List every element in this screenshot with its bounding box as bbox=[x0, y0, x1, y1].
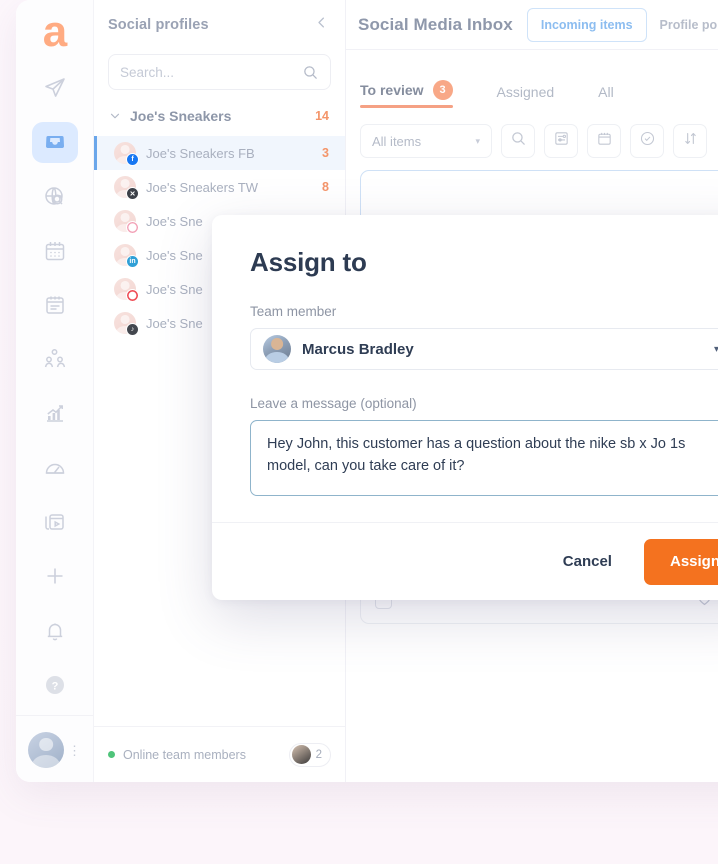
team-member-label: Team member bbox=[250, 304, 337, 319]
avatar bbox=[263, 335, 291, 363]
team-member-select[interactable]: Marcus Bradley ▾ bbox=[250, 328, 718, 370]
cancel-button[interactable]: Cancel bbox=[553, 545, 622, 578]
app-window: a ? ⋮ Social profiles Search... Joe's Sn… bbox=[16, 0, 718, 782]
team-member-value: Marcus Bradley bbox=[302, 340, 414, 358]
message-label: Leave a message (optional) bbox=[250, 396, 417, 411]
assign-button[interactable]: Assign bbox=[643, 538, 718, 585]
page-root: a ? ⋮ Social profiles Search... Joe's Sn… bbox=[0, 0, 718, 864]
message-textarea[interactable]: Hey John, this customer has a question a… bbox=[250, 420, 718, 496]
modal-title: Assign to bbox=[250, 247, 367, 277]
assign-to-modal: Assign to Team member Marcus Bradley ▾ L… bbox=[212, 215, 718, 600]
chevron-down-icon: ▾ bbox=[713, 343, 718, 355]
modal-footer: Cancel Assign bbox=[212, 522, 718, 600]
